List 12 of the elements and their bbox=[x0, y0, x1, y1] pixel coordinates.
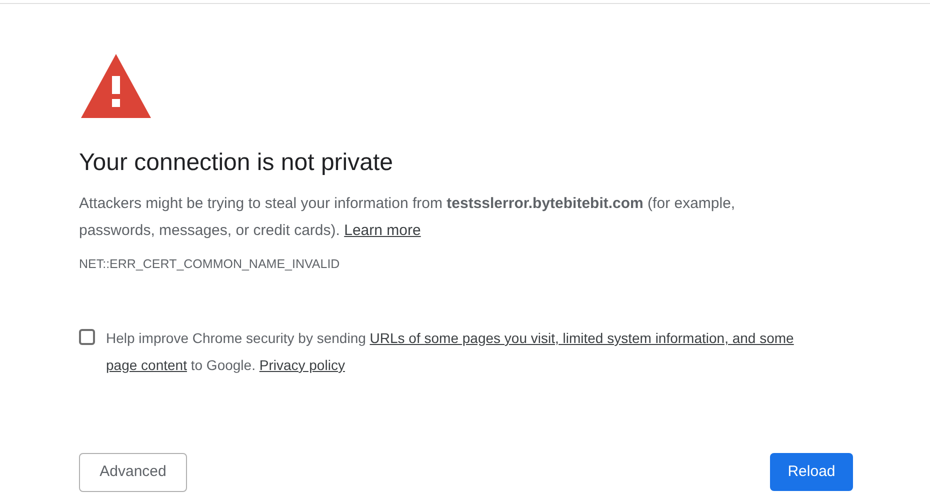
report-opt-in-text: Help improve Chrome security by sending URLs of some pages you visit, limited system information, and some page content to Google. Privacy policy bbox=[106, 329, 795, 375]
error-description: Attackers might be trying to steal your information from testsslerror.bytebitebit.com (for example, passwords, messages, or credit cards). Learn more bbox=[79, 194, 736, 241]
reload-button[interactable]: Reload bbox=[770, 453, 853, 491]
report-link[interactable]: Privacy policy bbox=[259, 357, 345, 373]
error-code: NET::ERR_CERT_COMMON_NAME_INVALID bbox=[79, 256, 341, 272]
report-link[interactable]: URLs of some pages you visit, limited system information, and some bbox=[370, 330, 794, 346]
report-link[interactable]: page content bbox=[106, 357, 187, 373]
checkbox[interactable] bbox=[79, 329, 95, 345]
page-heading: Your connection is not private bbox=[79, 148, 394, 178]
warning-icon bbox=[79, 52, 153, 120]
learn-more-link[interactable]: Learn more bbox=[344, 222, 421, 239]
advanced-button[interactable]: Advanced bbox=[79, 453, 187, 492]
